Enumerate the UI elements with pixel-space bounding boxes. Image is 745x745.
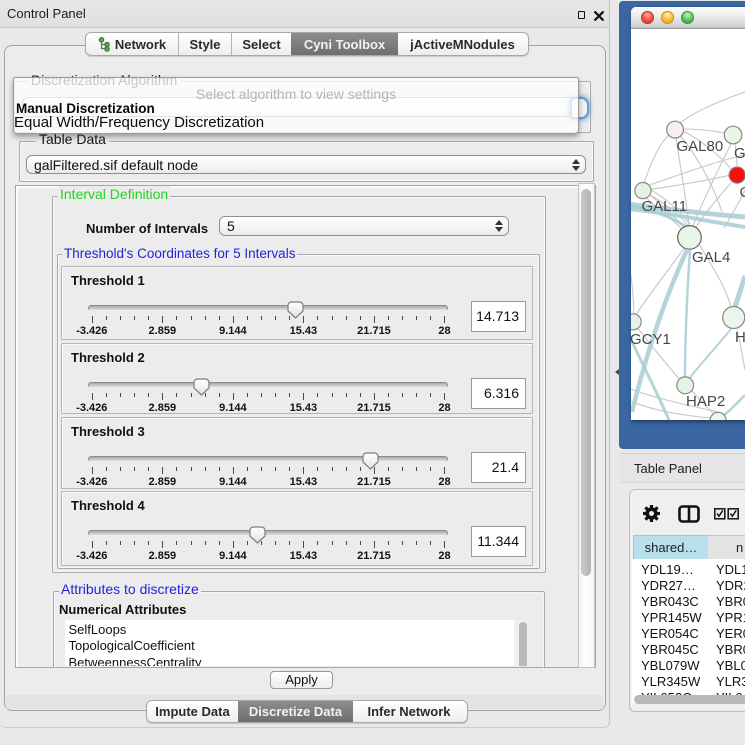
svg-text:GA: GA <box>734 145 745 162</box>
svg-text:H: H <box>735 329 745 346</box>
svg-text:GAL4: GAL4 <box>692 249 730 266</box>
svg-text:GAL80: GAL80 <box>677 138 724 155</box>
svg-text:C: C <box>740 184 745 201</box>
svg-text:GCY1: GCY1 <box>631 331 671 348</box>
svg-text:GAL11: GAL11 <box>642 198 688 215</box>
svg-text:HAP2: HAP2 <box>686 393 725 410</box>
